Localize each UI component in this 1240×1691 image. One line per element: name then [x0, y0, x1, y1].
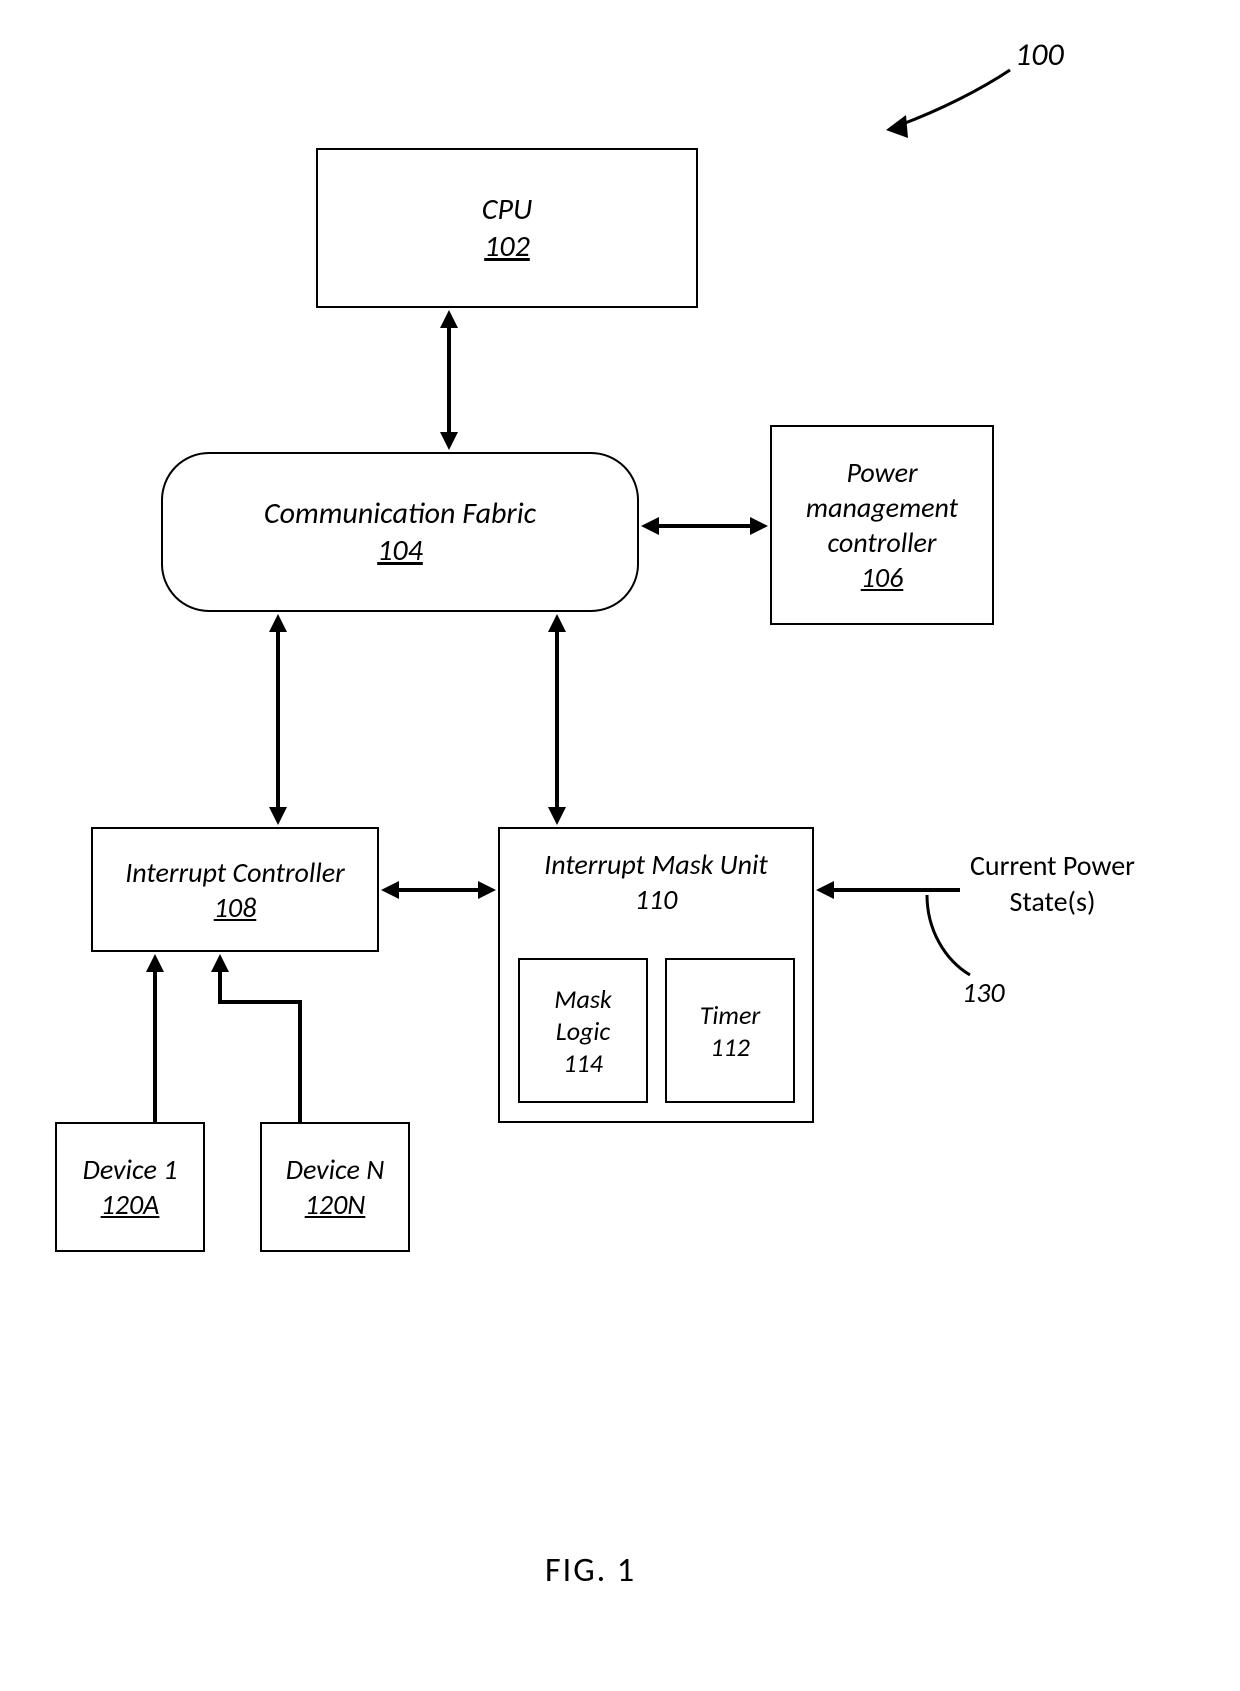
block-ic-ref: 108: [214, 890, 257, 925]
connector-devn-vert: [298, 1000, 302, 1122]
arrowhead-up-icon: [269, 614, 287, 632]
arrowhead-down-icon: [548, 807, 566, 825]
block-interrupt-controller: Interrupt Controller 108: [91, 827, 379, 952]
figure-caption: FIG. 1: [545, 1550, 636, 1591]
arrowhead-down-icon: [440, 432, 458, 450]
block-imu-label: Interrupt Mask Unit: [544, 847, 768, 882]
block-device-n-ref: 120N: [305, 1187, 366, 1222]
block-pmc-label-3: controller: [827, 525, 936, 560]
connector-fabric-ic: [276, 630, 280, 809]
block-device-1: Device 1 120A: [55, 1122, 205, 1252]
block-mask-logic: Mask Logic 114: [518, 958, 648, 1103]
block-cpu-ref: 102: [484, 228, 530, 266]
block-power-management-controller: Power management controller 106: [770, 425, 994, 625]
block-timer: Timer 112: [665, 958, 795, 1103]
arrowhead-up-icon: [440, 310, 458, 328]
block-timer-label: Timer: [700, 999, 761, 1031]
connector-devn-vert2: [218, 970, 222, 1004]
block-imu-ref: 110: [635, 882, 678, 917]
figure-ref-number: 100: [1015, 35, 1064, 74]
block-cpu-label: CPU: [482, 191, 532, 229]
block-fabric-label: Communication Fabric: [264, 495, 536, 533]
arrowhead-up-icon: [548, 614, 566, 632]
arrowhead-right-icon: [750, 517, 768, 535]
connector-ic-imu: [397, 888, 480, 892]
block-pmc-label-1: Power: [846, 455, 917, 490]
connector-cps-imu: [832, 888, 960, 892]
block-device-1-label: Device 1: [83, 1152, 178, 1187]
block-mask-logic-label-2: Logic: [556, 1015, 610, 1047]
block-communication-fabric: Communication Fabric 104: [161, 452, 639, 612]
connector-fabric-pmc: [657, 524, 752, 528]
block-device-1-ref: 120A: [101, 1187, 160, 1222]
block-pmc-label-2: management: [806, 490, 958, 525]
block-mask-logic-label-1: Mask: [554, 983, 612, 1015]
connector-devn-horiz: [218, 1000, 302, 1004]
block-device-n-label: Device N: [286, 1152, 385, 1187]
block-fabric-ref: 104: [377, 532, 423, 570]
arrowhead-up-icon: [146, 954, 164, 972]
arrowhead-up-icon: [211, 954, 229, 972]
block-mask-logic-ref: 114: [563, 1047, 603, 1079]
arrowhead-left-icon: [381, 881, 399, 899]
block-cpu: CPU 102: [316, 148, 698, 308]
connector-cpu-fabric: [447, 326, 451, 434]
figure-ref-arrow-icon: [880, 60, 1020, 140]
leader-130-icon: [915, 895, 995, 985]
label-cps-line-1: Current Power: [970, 848, 1135, 884]
connector-fabric-imu: [555, 630, 559, 809]
arrowhead-down-icon: [269, 807, 287, 825]
block-pmc-ref: 106: [861, 560, 904, 595]
arrowhead-left-icon: [641, 517, 659, 535]
block-ic-label: Interrupt Controller: [125, 855, 345, 890]
block-timer-ref: 112: [710, 1031, 750, 1063]
connector-dev1-ic: [153, 970, 157, 1122]
arrowhead-right-icon: [478, 881, 496, 899]
arrowhead-left-icon: [816, 881, 834, 899]
block-device-n: Device N 120N: [260, 1122, 410, 1252]
